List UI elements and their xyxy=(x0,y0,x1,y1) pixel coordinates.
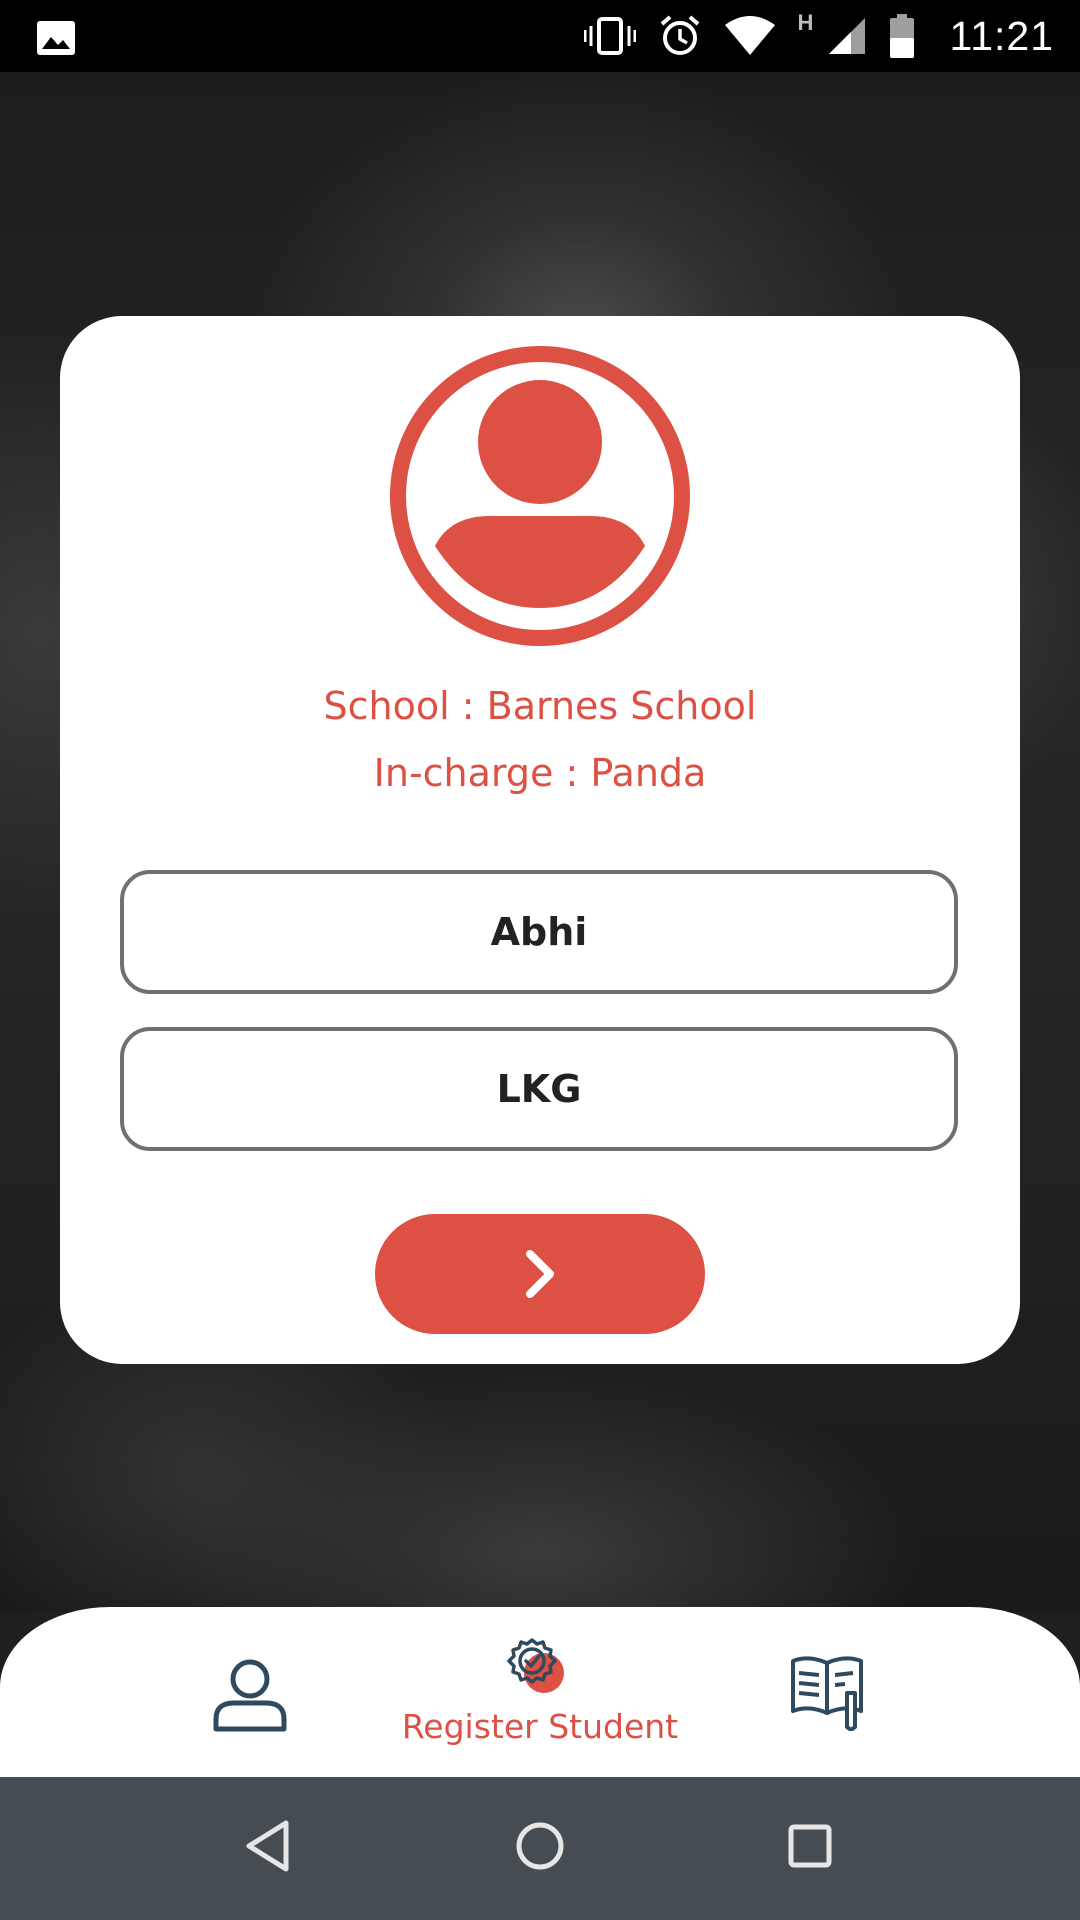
user-icon xyxy=(213,1659,287,1732)
class-input[interactable] xyxy=(163,1066,915,1112)
student-name-input[interactable] xyxy=(163,909,915,955)
gallery-icon xyxy=(37,21,75,55)
signal-icon xyxy=(829,18,866,54)
recents-icon[interactable] xyxy=(787,1819,833,1873)
battery-icon xyxy=(890,14,915,58)
badge-icon xyxy=(507,1638,564,1693)
nav-item-profile[interactable] xyxy=(208,1657,292,1733)
status-time: 11:21 xyxy=(949,12,1054,59)
nav-item-register-student[interactable]: Register Student xyxy=(380,1637,700,1746)
wifi-icon xyxy=(724,16,775,55)
bottom-nav: Register Student xyxy=(0,1607,1080,1777)
network-type-label: H xyxy=(797,10,814,35)
class-field xyxy=(120,1027,958,1151)
home-icon[interactable] xyxy=(515,1819,565,1873)
incharge-label: In-charge : Panda xyxy=(373,751,707,795)
alarm-icon xyxy=(660,15,699,55)
nav-item-label: Register Student xyxy=(401,1707,679,1746)
book-icon xyxy=(791,1656,863,1731)
nav-item-book[interactable] xyxy=(786,1651,872,1731)
vibrate-icon xyxy=(583,17,636,55)
system-nav-bar xyxy=(0,1777,1080,1920)
status-bar: H 11:21 xyxy=(0,0,1080,72)
school-label: School : Barnes School xyxy=(323,684,757,728)
chevron-right-icon xyxy=(526,1250,554,1298)
avatar-icon xyxy=(390,346,690,646)
next-button[interactable] xyxy=(375,1214,705,1334)
student-name-field xyxy=(120,870,958,994)
back-icon[interactable] xyxy=(244,1819,292,1873)
